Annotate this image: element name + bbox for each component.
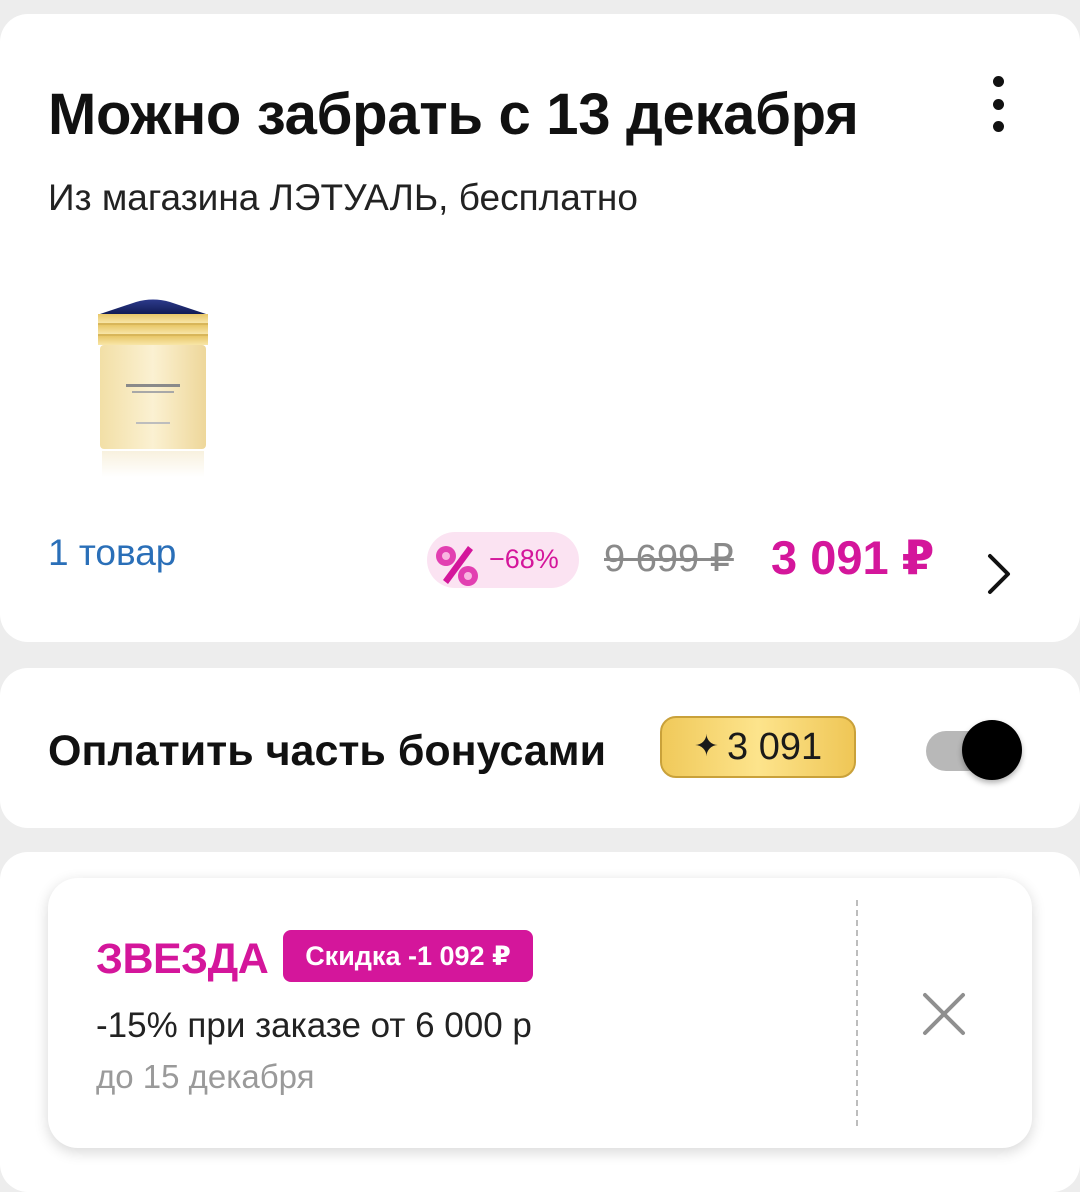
old-price: 9 699 ₽ <box>604 538 734 580</box>
new-price: 3 091 ₽ <box>771 531 935 584</box>
promo-coupon: ЗВЕЗДА Скидка -1 092 ₽ -15% при заказе о… <box>48 878 1032 1148</box>
more-vertical-icon[interactable] <box>986 76 1010 132</box>
delivery-card: Можно забрать с 13 декабря Из магазина Л… <box>0 14 1080 642</box>
coupon-divider <box>856 900 858 1126</box>
promo-expiry: до 15 декабря <box>96 1058 315 1095</box>
chevron-right-icon[interactable] <box>982 552 1016 596</box>
items-count-link[interactable]: 1 товар <box>48 534 176 571</box>
delivery-subtitle: Из магазина ЛЭТУАЛЬ, бесплатно <box>48 177 638 218</box>
percent-icon <box>436 546 478 586</box>
sparkle-icon: ✦ <box>693 730 720 763</box>
promo-description: -15% при заказе от 6 000 р <box>96 1006 532 1045</box>
close-icon[interactable] <box>921 991 967 1037</box>
discount-badge: −68% <box>427 532 579 588</box>
bonus-card: Оплатить часть бонусами ✦ 3 091 <box>0 668 1080 828</box>
bonus-label: Оплатить часть бонусами <box>48 727 607 775</box>
promo-discount-tag: Скидка -1 092 ₽ <box>283 930 533 982</box>
bonus-toggle[interactable] <box>926 720 1022 782</box>
product-image[interactable] <box>88 272 218 482</box>
promo-name: ЗВЕЗДА <box>96 935 269 983</box>
delivery-title: Можно забрать с 13 декабря <box>48 82 859 147</box>
promo-card: ЗВЕЗДА Скидка -1 092 ₽ -15% при заказе о… <box>0 852 1080 1192</box>
toggle-knob <box>962 720 1022 780</box>
bonus-amount: 3 091 <box>727 726 823 768</box>
bonus-balance-badge: ✦ 3 091 <box>660 716 856 778</box>
discount-percent: −68% <box>489 544 559 574</box>
